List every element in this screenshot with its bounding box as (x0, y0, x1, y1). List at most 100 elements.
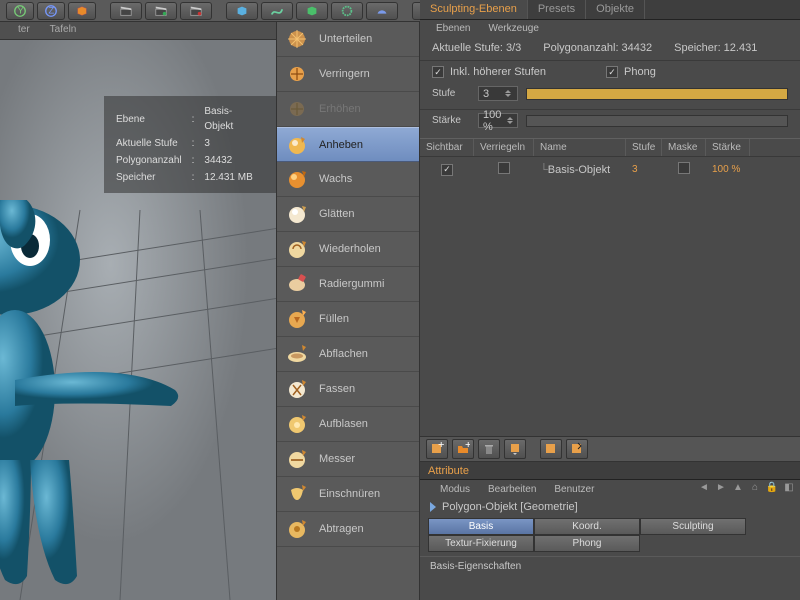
tool-icon (285, 97, 309, 121)
lock-checkbox[interactable] (498, 162, 510, 174)
nav-lock-icon[interactable]: 🔒 (765, 482, 779, 496)
staerke-field[interactable]: 100 % (478, 113, 518, 128)
info-row: Aktuelle Stufe: 3/3 Polygonanzahl: 34432… (420, 38, 800, 61)
tool-icon (285, 342, 309, 366)
tab-sculpting-ebenen[interactable]: Sculpting-Ebenen (420, 0, 528, 19)
triangle-icon (430, 502, 436, 512)
tool-icon (285, 307, 309, 331)
stufe-label: Stufe (432, 88, 470, 99)
nav-prev-icon[interactable]: ◄ (697, 482, 711, 496)
add-layer-button[interactable]: + (426, 439, 448, 459)
tool-verringern[interactable]: Verringern (277, 57, 419, 92)
attr-bearbeiten[interactable]: Bearbeiten (488, 484, 536, 495)
layer-row-basis[interactable]: ✓ └Basis-Objekt 3 100 % (420, 157, 800, 182)
viewport-overlay: Ebene:Basis-Objekt Aktuelle Stufe:3 Poly… (104, 96, 276, 193)
attribute-panel: Attribute Modus Bearbeiten Benutzer ◄ ► … (420, 462, 800, 600)
tool-icon (285, 27, 309, 51)
svg-text:+: + (438, 442, 444, 451)
layer-table-head: Sichtbar Verriegeln Name Stufe Maske Stä… (420, 138, 800, 157)
tool-anheben[interactable]: Anheben (277, 127, 419, 162)
chk-phong[interactable]: ✓Phong (606, 66, 656, 78)
clapper1-button[interactable] (110, 2, 142, 20)
toggle1-button[interactable] (540, 439, 562, 459)
tab-presets[interactable]: Presets (528, 0, 586, 19)
tool-icon (285, 272, 309, 296)
tab-tafeln[interactable]: Tafeln (40, 22, 87, 39)
tool-icon (285, 133, 309, 157)
chk-inkl-stufen[interactable]: ✓Inkl. höherer Stufen (432, 66, 546, 78)
staerke-label: Stärke (432, 115, 470, 126)
svg-text:Y: Y (17, 5, 24, 16)
attr-button-grid: Basis Koord. Sculpting Textur-Fixierung … (420, 516, 800, 554)
tool-icon (285, 482, 309, 506)
right-subtabs: Ebenen Werkzeuge (420, 20, 800, 38)
prim-env-button[interactable] (366, 2, 398, 20)
tool-icon (285, 62, 309, 86)
subtab-werkzeuge[interactable]: Werkzeuge (488, 20, 538, 38)
pbtn-textur[interactable]: Textur-Fixierung (428, 535, 534, 552)
mask-checkbox[interactable] (678, 162, 690, 174)
tool-abtragen[interactable]: Abtragen (277, 512, 419, 547)
prim-generator-button[interactable] (296, 2, 328, 20)
tool-icon (285, 517, 309, 541)
tab-ter[interactable]: ter (8, 22, 40, 39)
pbtn-basis[interactable]: Basis (428, 518, 534, 535)
nav-pin-icon[interactable]: ◧ (782, 482, 796, 496)
nav-up-icon[interactable]: ▲ (731, 482, 745, 496)
svg-text:Z: Z (48, 5, 54, 16)
character-mesh (0, 200, 180, 600)
stufe-slider[interactable] (526, 88, 788, 100)
tool-icon (285, 237, 309, 261)
cube-button[interactable] (68, 2, 96, 20)
axis-z-button[interactable]: Z (37, 2, 65, 20)
tool-abflachen[interactable]: Abflachen (277, 337, 419, 372)
tool-aufblasen[interactable]: Aufblasen (277, 407, 419, 442)
tool-icon (285, 377, 309, 401)
tab-objekte[interactable]: Objekte (586, 0, 645, 19)
subtab-ebenen[interactable]: Ebenen (436, 20, 470, 38)
tool-wachs[interactable]: Wachs (277, 162, 419, 197)
pbtn-phong[interactable]: Phong (534, 535, 640, 552)
clapper2-button[interactable] (145, 2, 177, 20)
viewport[interactable]: Ebene:Basis-Objekt Aktuelle Stufe:3 Poly… (0, 40, 276, 600)
sculpt-tool-list: UnterteilenVerringernErhöhenAnhebenWachs… (276, 22, 420, 600)
tool-messer[interactable]: Messer (277, 442, 419, 477)
tool-fassen[interactable]: Fassen (277, 372, 419, 407)
merge-down-button[interactable] (504, 439, 526, 459)
nav-next-icon[interactable]: ► (714, 482, 728, 496)
visible-checkbox[interactable]: ✓ (441, 164, 453, 176)
tool-wiederholen[interactable]: Wiederholen (277, 232, 419, 267)
attr-benutzer[interactable]: Benutzer (554, 484, 594, 495)
tool-icon (285, 167, 309, 191)
delete-button[interactable] (478, 439, 500, 459)
pbtn-sculpting[interactable]: Sculpting (640, 518, 746, 535)
attr-title: Attribute (428, 465, 469, 477)
prim-spline-button[interactable] (261, 2, 293, 20)
add-folder-button[interactable]: + (452, 439, 474, 459)
object-row[interactable]: Polygon-Objekt [Geometrie] (420, 498, 800, 516)
tool-radiergummi[interactable]: Radiergummi (277, 267, 419, 302)
section-basis-eigenschaften: Basis-Eigenschaften (420, 556, 800, 576)
tool-füllen[interactable]: Füllen (277, 302, 419, 337)
axis-y-button[interactable]: Y (6, 2, 34, 20)
tool-unterteilen[interactable]: Unterteilen (277, 22, 419, 57)
layer-iconbar: + + (420, 436, 800, 462)
clapper3-button[interactable] (180, 2, 212, 20)
stufe-field[interactable]: 3 (478, 86, 518, 101)
tool-icon (285, 412, 309, 436)
prim-cube-button[interactable] (226, 2, 258, 20)
svg-text:+: + (465, 442, 470, 451)
tool-glätten[interactable]: Glätten (277, 197, 419, 232)
pbtn-koord[interactable]: Koord. (534, 518, 640, 535)
tool-erhöhen[interactable]: Erhöhen (277, 92, 419, 127)
tool-icon (285, 202, 309, 226)
nav-home-icon[interactable]: ⌂ (748, 482, 762, 496)
tool-icon (285, 447, 309, 471)
prim-deformer-button[interactable] (331, 2, 363, 20)
right-tabs: Sculpting-Ebenen Presets Objekte (420, 0, 800, 20)
tool-einschnüren[interactable]: Einschnüren (277, 477, 419, 512)
right-panel: Sculpting-Ebenen Presets Objekte Ebenen … (420, 0, 800, 600)
attr-modus[interactable]: Modus (440, 484, 470, 495)
staerke-slider[interactable] (526, 115, 788, 127)
toggle2-button[interactable] (566, 439, 588, 459)
